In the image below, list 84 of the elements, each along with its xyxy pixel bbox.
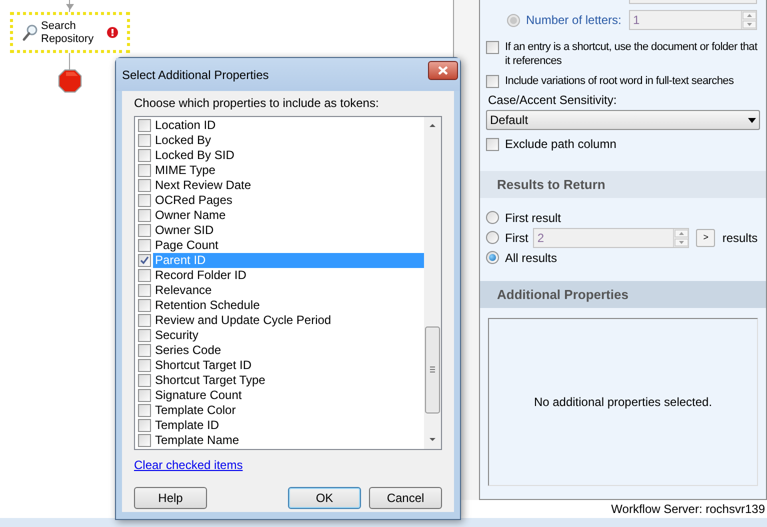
- spin-field[interactable]: 2: [533, 228, 690, 248]
- section-title: Results to Return: [497, 176, 606, 194]
- radio-button[interactable]: [486, 251, 499, 264]
- checkbox[interactable]: [138, 149, 151, 162]
- checkbox[interactable]: [138, 329, 151, 342]
- radio-label: All results: [505, 250, 558, 266]
- dropdown-value: Default: [490, 112, 530, 129]
- checkbox-label: If an entry is a shortcut, use the document or folder that it references: [505, 40, 758, 68]
- checkbox[interactable]: [138, 164, 151, 177]
- checkbox[interactable]: [138, 254, 151, 267]
- suffix-label: results: [722, 230, 758, 246]
- checkbox[interactable]: [138, 119, 151, 132]
- checkbox[interactable]: [486, 138, 499, 150]
- list-item[interactable]: Shortcut Target Type: [153, 373, 424, 388]
- list-item[interactable]: Template Name: [153, 433, 424, 448]
- checkbox[interactable]: [138, 239, 151, 252]
- list-item[interactable]: Locked By SID: [153, 148, 424, 163]
- spin-buttons-icon[interactable]: [741, 11, 756, 29]
- radio-button[interactable]: [486, 231, 499, 244]
- list-item[interactable]: Relevance: [153, 283, 424, 298]
- list-item[interactable]: Page Count: [153, 238, 424, 253]
- dropdown-arrow-icon: [748, 118, 756, 122]
- checkbox[interactable]: [138, 284, 151, 297]
- checkbox[interactable]: [486, 41, 499, 54]
- checkbox-label: Include variations of root word in full-text searches: [505, 74, 734, 88]
- dialog-button[interactable]: Help: [134, 487, 207, 509]
- status-text: Workflow Server: rochsvr139: [611, 501, 765, 518]
- field-value: 2: [536, 230, 546, 246]
- checkbox[interactable]: [138, 344, 151, 357]
- list-item[interactable]: Owner SID: [153, 223, 424, 238]
- next-button[interactable]: >: [696, 228, 716, 246]
- radio-label: Number of letters:: [526, 12, 622, 29]
- radio-label: First result: [505, 210, 562, 226]
- list-item[interactable]: Template ID: [153, 418, 424, 433]
- list-item[interactable]: MIME Type: [153, 163, 424, 178]
- spin-buttons-icon[interactable]: [673, 228, 688, 246]
- checkbox[interactable]: [138, 374, 151, 387]
- checkbox[interactable]: [486, 75, 499, 88]
- list-item[interactable]: Template Color: [153, 403, 424, 418]
- prompt-text: Choose which properties to include as tokens:: [134, 96, 380, 110]
- list-item[interactable]: Location ID: [153, 118, 424, 133]
- list-item[interactable]: OCRed Pages: [153, 193, 424, 208]
- section-title: Additional Properties: [497, 286, 628, 304]
- checkbox[interactable]: [138, 389, 151, 402]
- clear-link[interactable]: Clear checked items: [134, 456, 243, 474]
- checkbox[interactable]: [138, 419, 151, 432]
- search-icon: [22, 24, 38, 42]
- checkbox[interactable]: [138, 359, 151, 372]
- list-item[interactable]: Record Folder ID: [153, 268, 424, 283]
- checkbox[interactable]: [138, 299, 151, 312]
- list-item[interactable]: Owner Name: [153, 208, 424, 223]
- field-value: 1: [632, 12, 641, 29]
- dialog-button[interactable]: Cancel: [369, 487, 442, 509]
- node-label: Search Repository: [41, 20, 95, 46]
- dialog-title: Select Additional Properties: [122, 66, 270, 84]
- checkbox[interactable]: [138, 224, 151, 237]
- close-button[interactable]: [428, 61, 458, 80]
- checkbox[interactable]: [138, 134, 151, 147]
- list-item[interactable]: Review and Update Cycle Period: [153, 313, 424, 328]
- checkbox[interactable]: [138, 434, 151, 447]
- checkbox[interactable]: [138, 314, 151, 327]
- list-item[interactable]: Series Code: [153, 343, 424, 358]
- radio-label: First: [505, 230, 528, 246]
- field-label: Case/Accent Sensitivity:: [488, 93, 618, 107]
- list-item[interactable]: Retention Schedule: [153, 298, 424, 313]
- checkbox[interactable]: [138, 269, 151, 282]
- checkbox[interactable]: [138, 404, 151, 417]
- radio-button[interactable]: [486, 211, 499, 224]
- list-item[interactable]: Signature Count: [153, 388, 424, 403]
- close-icon: [438, 66, 448, 75]
- list-item[interactable]: Security: [153, 328, 424, 343]
- checkbox[interactable]: [138, 209, 151, 222]
- scrollbar[interactable]: [424, 117, 441, 449]
- list-item[interactable]: Locked By: [153, 133, 424, 148]
- spin-field[interactable]: [629, 0, 757, 4]
- list-item[interactable]: Next Review Date: [153, 178, 424, 193]
- empty-message: No additional properties selected.: [534, 394, 712, 411]
- list-item[interactable]: Shortcut Target ID: [153, 358, 424, 373]
- activity-node[interactable]: Search Repository: [10, 12, 130, 53]
- checkbox-label: Exclude path column: [505, 136, 616, 153]
- dialog-button[interactable]: OK: [288, 487, 361, 509]
- dropdown[interactable]: Default: [486, 110, 760, 130]
- checkbox[interactable]: [138, 179, 151, 192]
- checkbox[interactable]: [138, 194, 151, 207]
